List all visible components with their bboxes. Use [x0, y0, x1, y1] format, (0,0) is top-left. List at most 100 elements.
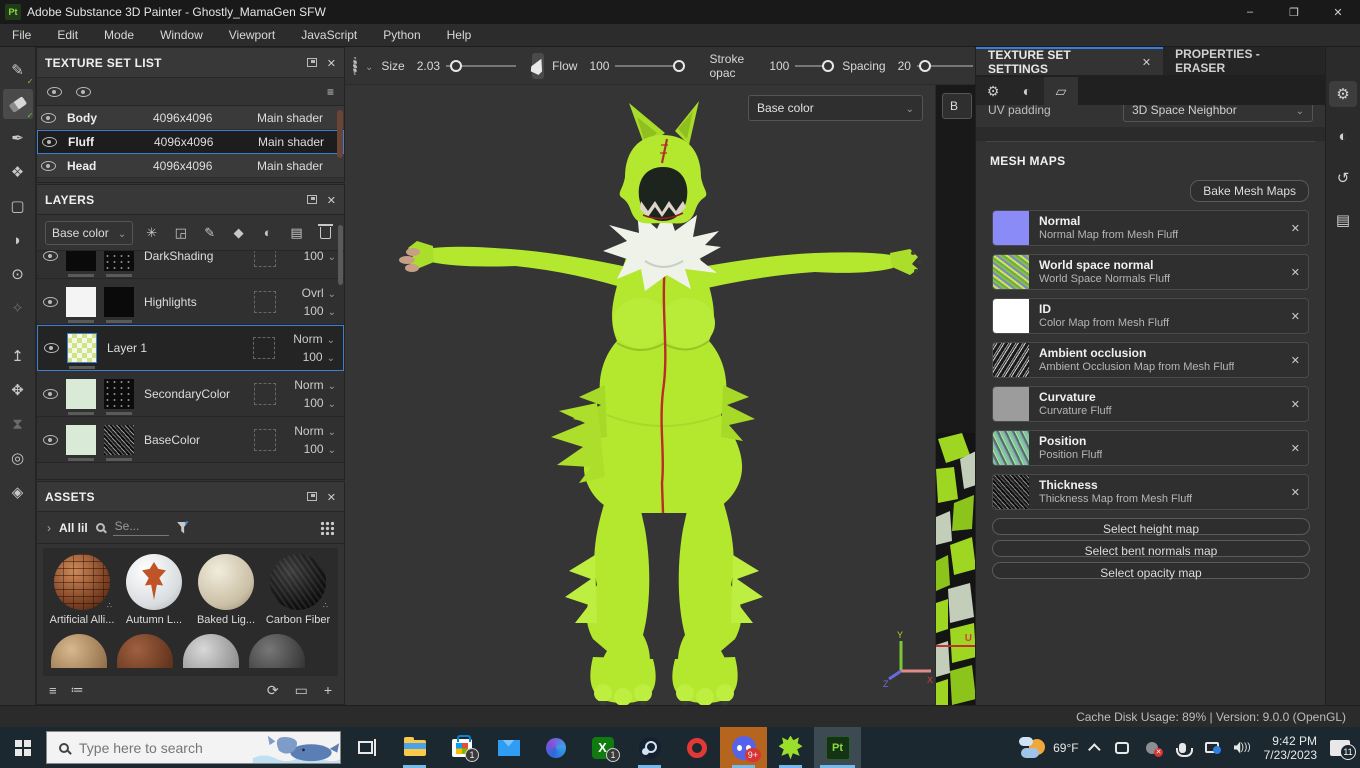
taskbar-mail[interactable]: [485, 727, 532, 768]
clock-widget[interactable]: 9:42 PM 7/23/2023: [1264, 734, 1317, 762]
general-settings-icon[interactable]: ⚙: [976, 77, 1010, 105]
cast-screen-icon[interactable]: [1204, 740, 1222, 755]
toggle-all-visibility-icon[interactable]: [47, 86, 62, 97]
resources-button[interactable]: ◎: [3, 443, 33, 473]
uv-2d-view-strip[interactable]: B U: [935, 85, 975, 705]
tab-properties-eraser[interactable]: PROPERTIES - ERASER: [1163, 47, 1325, 75]
close-button[interactable]: ✕: [1316, 0, 1360, 24]
remove-map-icon[interactable]: [1291, 353, 1300, 367]
layer-visibility-icon[interactable]: [44, 343, 59, 353]
assets-breadcrumb[interactable]: All lil: [59, 521, 88, 535]
layer-thumbnail[interactable]: [67, 333, 97, 369]
layer-mask-thumbnail[interactable]: [104, 378, 134, 415]
filter-icon[interactable]: [176, 521, 189, 534]
layer-thumbnail[interactable]: [66, 286, 96, 323]
layer-row-basecolor[interactable]: BaseColor Norm 100: [37, 417, 344, 463]
add-asset-icon[interactable]: +: [324, 682, 332, 698]
viewport-3d[interactable]: Base color Y X Z: [345, 85, 935, 705]
remove-map-icon[interactable]: [1291, 221, 1300, 235]
layer-blend-mode[interactable]: Norm: [276, 424, 336, 438]
mesh-map-normal[interactable]: Normal Normal Map from Mesh Fluff: [992, 210, 1309, 246]
size-value[interactable]: 2.03: [417, 59, 440, 73]
remove-map-icon[interactable]: [1291, 397, 1300, 411]
layer-mask-thumbnail[interactable]: [104, 251, 134, 277]
remove-map-icon[interactable]: [1291, 485, 1300, 499]
mesh-map-curvature[interactable]: Curvature Curvature Fluff: [992, 386, 1309, 422]
export-button[interactable]: ↥: [3, 341, 33, 371]
new-folder-icon[interactable]: ▭: [295, 682, 308, 699]
tab-texture-set-settings[interactable]: TEXTURE SET SETTINGS: [976, 47, 1164, 76]
taskbar-xbox[interactable]: X 1: [579, 727, 626, 768]
menu-window[interactable]: Window: [160, 28, 203, 42]
solo-visibility-icon[interactable]: [76, 86, 91, 97]
bake-mesh-maps-button[interactable]: Bake Mesh Maps: [1190, 180, 1309, 202]
layer-row-highlights[interactable]: Highlights Ovrl 100: [37, 279, 344, 325]
layer-visibility-icon[interactable]: [43, 296, 58, 307]
assets-search-input[interactable]: Se...: [112, 519, 169, 536]
add-smart-material-icon[interactable]: ◲: [170, 222, 191, 244]
visibility-eye-icon[interactable]: [41, 160, 56, 171]
taskbar-discord[interactable]: 9+: [720, 727, 767, 768]
scrollbar-thumb[interactable]: [338, 225, 343, 285]
stroke-opacity-slider[interactable]: [795, 59, 835, 72]
asset-item[interactable]: ∴ Artificial Alli...: [50, 554, 114, 626]
shelf-button[interactable]: ◈: [3, 477, 33, 507]
taskbar-microsoft-store[interactable]: 1: [438, 727, 485, 768]
mesh-map-thickness[interactable]: Thickness Thickness Map from Mesh Fluff: [992, 474, 1309, 510]
layer-mask-thumbnail[interactable]: [104, 286, 134, 323]
log-icon[interactable]: ▤: [1329, 207, 1357, 233]
minimize-button[interactable]: –: [1228, 0, 1272, 24]
flow-slider[interactable]: [615, 59, 686, 72]
viewport-channel-dropdown[interactable]: Base color: [748, 95, 923, 121]
taskbar-substance-painter[interactable]: Pt: [814, 727, 861, 768]
layer-opacity[interactable]: 100: [276, 396, 336, 410]
spacing-value[interactable]: 20: [898, 59, 911, 73]
list-options-icon[interactable]: ≡: [327, 85, 334, 99]
layer-row-secondarycolor[interactable]: SecondaryColor Norm 100: [37, 371, 344, 417]
layer-visibility-icon[interactable]: [43, 434, 58, 445]
layer-opacity[interactable]: 100: [275, 350, 335, 364]
tray-overflow-chevron-icon[interactable]: [1087, 743, 1101, 756]
asset-thumbnail[interactable]: [117, 634, 173, 668]
expand-chevron-icon[interactable]: ›: [47, 521, 51, 535]
texture-set-row-fluff[interactable]: Fluff 4096x4096 Main shader: [37, 130, 344, 154]
eraser-tool-button[interactable]: ✓: [2, 89, 34, 120]
remove-map-icon[interactable]: [1291, 265, 1300, 279]
menu-javascript[interactable]: JavaScript: [301, 28, 357, 42]
layer-blend-mode[interactable]: Norm: [275, 332, 335, 346]
asset-thumbnail[interactable]: [51, 634, 107, 668]
flow-falloff-button[interactable]: [532, 52, 544, 79]
mesh-map-ambient-occlusion[interactable]: Ambient occlusion Ambient Occlusion Map …: [992, 342, 1309, 378]
maximize-button[interactable]: ❐: [1272, 0, 1316, 24]
mesh-map-world-space-normal[interactable]: World space normal World Space Normals F…: [992, 254, 1309, 290]
channels-sphere-icon[interactable]: ◐: [1010, 77, 1044, 105]
float-panel-icon[interactable]: [306, 195, 317, 204]
texture-set-row-body[interactable]: Body 4096x4096 Main shader: [37, 106, 344, 130]
weather-widget[interactable]: 69°F: [1019, 736, 1079, 759]
taskbar-file-explorer[interactable]: [391, 727, 438, 768]
layer-blend-mode[interactable]: Ovrl: [276, 286, 336, 300]
headset-muted-icon[interactable]: ✕: [1144, 740, 1164, 757]
visibility-eye-icon[interactable]: [41, 112, 56, 123]
asset-thumbnail[interactable]: [249, 634, 305, 668]
menu-file[interactable]: File: [12, 28, 31, 42]
asset-item[interactable]: Baked Lig...: [195, 554, 257, 626]
brush-alignment-icon[interactable]: [353, 56, 357, 75]
projection-tool-button[interactable]: ✒: [3, 123, 33, 153]
uv-padding-dropdown[interactable]: 3D Space Neighbor: [1123, 105, 1313, 122]
taskbar-steam[interactable]: [626, 727, 673, 768]
size-slider[interactable]: [446, 59, 517, 72]
add-folder-icon[interactable]: ▤: [286, 222, 307, 244]
layer-visibility-icon[interactable]: [43, 251, 58, 261]
display-settings-icon[interactable]: ⚙: [1329, 81, 1357, 107]
paint-tool-button[interactable]: ✎ ✓: [3, 55, 33, 86]
layer-opacity[interactable]: 100: [276, 251, 336, 263]
bake-button-sidebar[interactable]: ✥: [3, 375, 33, 405]
smudge-tool-button[interactable]: ◗: [3, 225, 33, 255]
add-fill-layer-icon[interactable]: ◆: [228, 222, 249, 244]
scrollbar-thumb[interactable]: [337, 110, 343, 158]
layer-opacity[interactable]: 100: [276, 304, 336, 318]
close-tab-icon[interactable]: [1142, 55, 1151, 69]
menu-python[interactable]: Python: [383, 28, 420, 42]
layer-thumbnail[interactable]: [66, 251, 96, 277]
